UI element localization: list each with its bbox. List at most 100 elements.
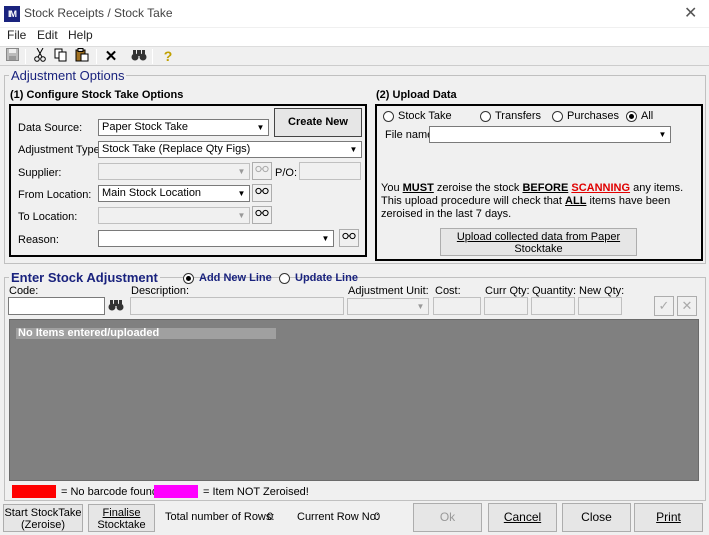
finalise-stocktake-button[interactable]: Finalise Stocktake: [88, 504, 155, 532]
start-stocktake-line2: (Zeroise): [20, 519, 65, 531]
menu-file[interactable]: File: [7, 28, 26, 42]
delete-icon[interactable]: ✕: [102, 48, 120, 65]
radio-purchases-label: Purchases: [567, 110, 619, 122]
toolbar-separator: [152, 49, 153, 64]
no-barcode-legend: = No barcode found.: [61, 486, 161, 498]
reason-label: Reason:: [18, 234, 59, 246]
radio-update-line[interactable]: [279, 273, 290, 284]
curr-qty-field[interactable]: [484, 297, 528, 315]
chevron-down-icon: ▼: [416, 302, 425, 311]
enter-stock-adjustment-title: Enter Stock Adjustment: [9, 270, 160, 285]
adjustment-options-title: Adjustment Options: [9, 68, 127, 83]
supplier-label: Supplier:: [18, 167, 62, 179]
upload-notice-line2: This upload procedure will check that AL…: [381, 195, 670, 207]
menu-help[interactable]: Help: [68, 28, 93, 42]
cut-icon[interactable]: [31, 47, 49, 65]
supplier-select[interactable]: ▼: [98, 163, 250, 180]
update-line-label: Update Line: [295, 272, 358, 284]
supplier-search-glasses-icon[interactable]: [252, 162, 272, 180]
toolbar-separator: [96, 49, 97, 64]
adjustment-unit-label: Adjustment Unit:: [348, 285, 429, 297]
upload-button-line2: Stocktake: [514, 243, 563, 255]
to-location-label: To Location:: [18, 211, 78, 223]
ok-button[interactable]: Ok: [413, 503, 482, 532]
code-field[interactable]: [8, 297, 105, 315]
items-grid[interactable]: No Items entered/uploaded: [9, 319, 699, 481]
to-location-select[interactable]: ▼: [98, 207, 250, 224]
reason-select[interactable]: ▼: [98, 230, 334, 247]
grid-empty-message: No Items entered/uploaded: [16, 328, 276, 339]
save-icon[interactable]: [3, 48, 21, 65]
find-icon[interactable]: [130, 48, 148, 65]
app-logo-icon: IM: [4, 6, 20, 22]
adjustment-type-label: Adjustment Type:: [18, 144, 103, 156]
copy-icon[interactable]: [52, 48, 70, 65]
data-source-value: Paper Stock Take: [102, 121, 189, 133]
paste-icon[interactable]: [73, 48, 91, 65]
adjustment-unit-select[interactable]: ▼: [347, 298, 429, 315]
from-location-label: From Location:: [18, 189, 92, 201]
upload-button-line1: Upload collected data from Paper: [456, 231, 621, 243]
total-rows-label: Total number of Rows:: [165, 511, 275, 523]
not-zeroised-legend: = Item NOT Zeroised!: [203, 486, 309, 498]
adjustment-type-select[interactable]: Stock Take (Replace Qty Figs) ▼: [98, 141, 362, 158]
cost-label: Cost:: [435, 285, 461, 297]
confirm-check-icon[interactable]: ✓: [654, 296, 674, 316]
po-field[interactable]: [299, 162, 361, 180]
chevron-down-icon: ▼: [237, 211, 246, 220]
finalise-line2: Stocktake: [97, 519, 146, 531]
notice-text: This upload procedure will check that: [381, 195, 566, 207]
upload-heading: (2) Upload Data: [376, 89, 457, 101]
chevron-down-icon: ▼: [237, 167, 246, 176]
start-stocktake-line1: Start StockTake: [4, 507, 82, 519]
no-barcode-swatch: [12, 485, 56, 498]
create-new-button[interactable]: Create New: [274, 108, 362, 137]
radio-stock-take[interactable]: [383, 111, 394, 122]
discard-x-icon[interactable]: ✕: [677, 296, 697, 316]
menu-bar: File Edit Help: [0, 28, 709, 46]
to-location-glasses-icon[interactable]: [252, 206, 272, 224]
radio-add-new-line[interactable]: [183, 273, 194, 284]
window-close-button[interactable]: ✕: [684, 3, 697, 23]
cancel-button[interactable]: Cancel: [488, 503, 557, 532]
upload-collected-data-button[interactable]: Upload collected data from Paper Stockta…: [440, 228, 637, 256]
file-name-select[interactable]: ▼: [429, 126, 671, 143]
finalise-line1: Finalise: [102, 507, 141, 519]
radio-all[interactable]: [626, 111, 637, 122]
configure-heading: (1) Configure Stock Take Options: [10, 89, 184, 101]
radio-stock-take-label: Stock Take: [398, 110, 452, 122]
adjustment-type-value: Stock Take (Replace Qty Figs): [102, 143, 251, 155]
code-label: Code:: [9, 285, 39, 297]
code-find-icon[interactable]: [108, 298, 126, 314]
quantity-field[interactable]: [531, 297, 575, 315]
chevron-down-icon: ▼: [256, 123, 265, 132]
toolbar: ✕ ?: [0, 46, 709, 66]
cost-field[interactable]: [433, 297, 481, 315]
data-source-select[interactable]: Paper Stock Take ▼: [98, 119, 269, 136]
from-location-select[interactable]: Main Stock Location ▼: [98, 185, 250, 202]
start-stocktake-button[interactable]: Start StockTake (Zeroise): [3, 504, 83, 532]
menu-edit[interactable]: Edit: [37, 28, 58, 42]
new-qty-field[interactable]: [578, 297, 622, 315]
description-label: Description:: [131, 285, 190, 297]
notice-text: any items.: [630, 182, 684, 194]
notice-all: ALL: [565, 195, 587, 207]
radio-transfers[interactable]: [480, 111, 491, 122]
upload-notice-line1: You MUST zeroise the stock BEFORE SCANNI…: [381, 182, 683, 194]
print-button[interactable]: Print: [634, 503, 703, 532]
close-button[interactable]: Close: [562, 503, 631, 532]
radio-purchases[interactable]: [552, 111, 563, 122]
notice-scanning: SCANNING: [571, 182, 631, 194]
chevron-down-icon: ▼: [321, 234, 330, 243]
from-location-glasses-icon[interactable]: [252, 184, 272, 202]
help-icon[interactable]: ?: [159, 48, 177, 65]
chevron-down-icon: ▼: [658, 130, 667, 139]
new-qty-label: New Qty:: [579, 285, 625, 297]
toolbar-separator: [25, 49, 26, 64]
window-title: Stock Receipts / Stock Take: [24, 6, 173, 20]
radio-all-label: All: [641, 110, 654, 122]
reason-glasses-icon[interactable]: [339, 229, 359, 247]
radio-transfers-label: Transfers: [495, 110, 542, 122]
description-field[interactable]: [130, 297, 344, 315]
notice-text: You: [381, 182, 403, 194]
